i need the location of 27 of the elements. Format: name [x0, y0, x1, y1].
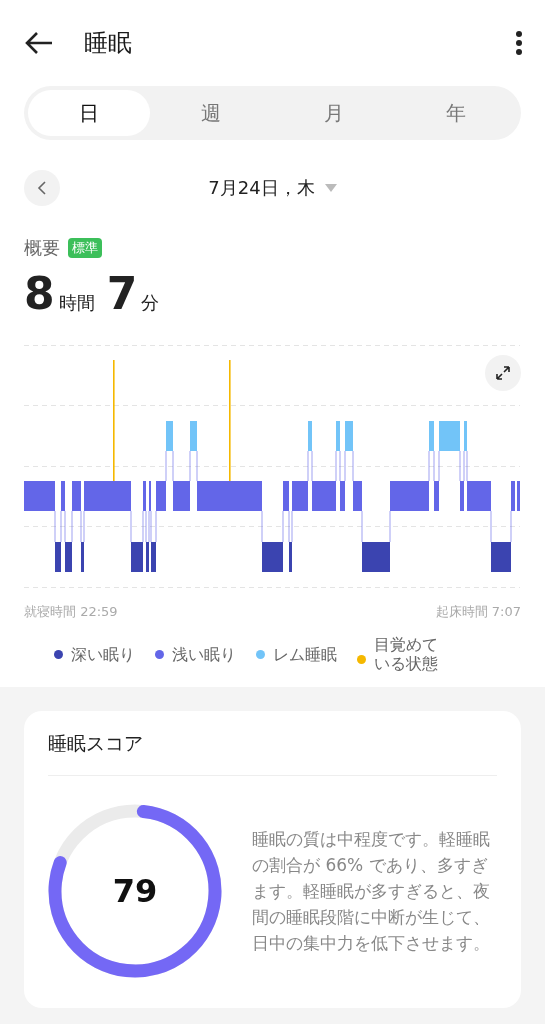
period-tab[interactable]: 年: [394, 90, 517, 136]
legend-label: 深い眠り: [71, 645, 135, 665]
minutes-unit: 分: [141, 291, 160, 315]
duration-minutes: 7: [106, 268, 138, 319]
previous-day-button[interactable]: [24, 170, 60, 206]
overview-label: 概要: [24, 236, 60, 260]
period-tab[interactable]: 週: [150, 90, 273, 136]
wake-time-label: 起床時間 7:07: [435, 603, 521, 621]
page-title: 睡眠: [84, 28, 133, 59]
sleep-score: 79: [112, 872, 158, 910]
card-title: 睡眠スコア: [48, 731, 497, 776]
duration-hours: 8: [24, 268, 55, 319]
chevron-left-icon: [37, 181, 47, 195]
quality-badge: 標準: [68, 238, 102, 258]
legend-label: 目覚めている状態: [374, 635, 439, 674]
date-selector[interactable]: 7月24日，木: [60, 175, 485, 201]
more-icon[interactable]: [515, 30, 523, 56]
bedtime-label: 就寝時間 22:59: [24, 603, 118, 621]
legend-label: 浅い眠り: [172, 645, 236, 665]
expand-icon[interactable]: [485, 355, 521, 391]
legend-label: レム睡眠: [273, 645, 337, 665]
period-tab[interactable]: 日: [28, 90, 151, 136]
period-tab[interactable]: 月: [272, 90, 395, 136]
hours-unit: 時間: [58, 291, 95, 315]
back-icon[interactable]: [24, 31, 54, 55]
score-description: 睡眠の質は中程度です。軽睡眠の割合が 66% であり、多すぎます。軽睡眠が多すぎると、夜間の睡眠段階に中断が生じて、日中の集中力を低下させます。: [252, 828, 491, 955]
dropdown-caret-icon: [324, 184, 337, 192]
